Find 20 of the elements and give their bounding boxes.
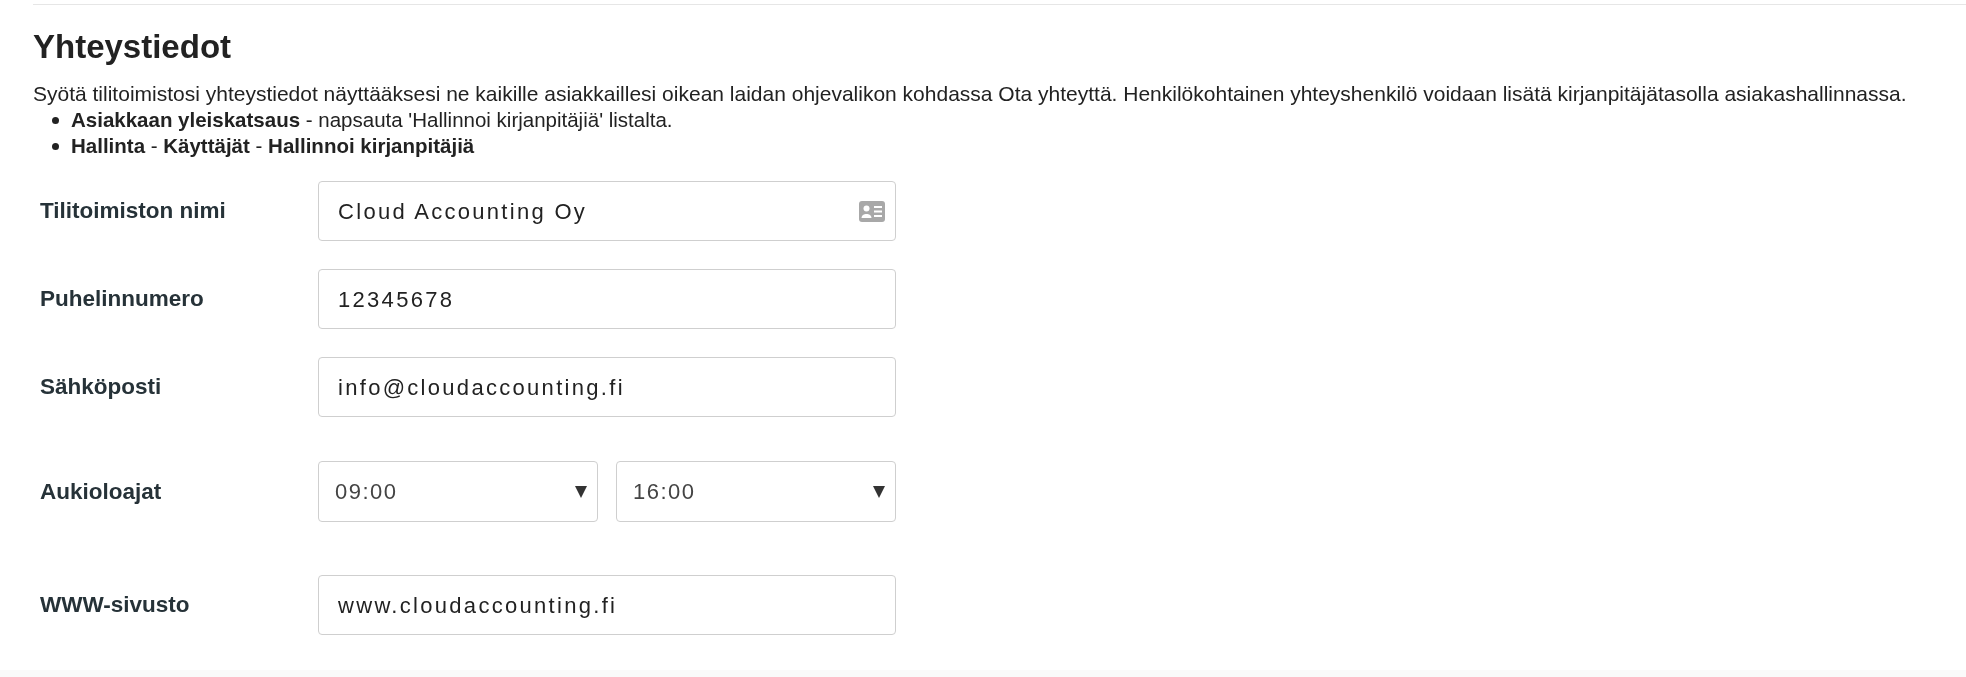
field-label: Aukioloajat bbox=[40, 478, 162, 504]
field-label: WWW-sivusto bbox=[40, 592, 190, 618]
instruction-text: Asiakkaan yleiskatsaus - napsauta 'Hallinnoi kirjanpitäjiä' listalta. bbox=[71, 107, 673, 133]
input-field[interactable]: www.cloudaccounting.fi bbox=[318, 575, 896, 635]
input-field[interactable]: info@cloudaccounting.fi bbox=[318, 357, 896, 417]
caret-icon bbox=[873, 485, 885, 498]
bullet-icon bbox=[52, 116, 59, 124]
time-select[interactable]: 16:00 bbox=[616, 461, 896, 522]
caret-icon bbox=[575, 485, 587, 498]
instruction-text: Hallinta - Käyttäjät - Hallinnoi kirjanpitäjiä bbox=[71, 133, 475, 159]
time-select[interactable]: 09:00 bbox=[318, 461, 598, 522]
contact-card-icon bbox=[859, 200, 885, 222]
bullet-icon bbox=[52, 142, 59, 150]
field-label: Puhelinnumero bbox=[40, 286, 204, 312]
section-title: Yhteystiedot bbox=[33, 28, 232, 66]
description-text: Syötä tilitoimistosi yhteystiedot näyttääksesi ne kaikille asiakkaillesi oikean laidan ohjevalikon kohdassa Ota yhteyttä. Henkilökohtainen yhteyshenkilö voidaan lisätä kirjanpitäjätasolla asiakashallinnassa. bbox=[33, 81, 1907, 107]
field-label: Tilitoimiston nimi bbox=[40, 198, 226, 224]
field-label: Sähköposti bbox=[40, 374, 162, 400]
input-field[interactable]: Cloud Accounting Oy bbox=[318, 181, 896, 241]
input-field[interactable]: 12345678 bbox=[318, 269, 896, 329]
